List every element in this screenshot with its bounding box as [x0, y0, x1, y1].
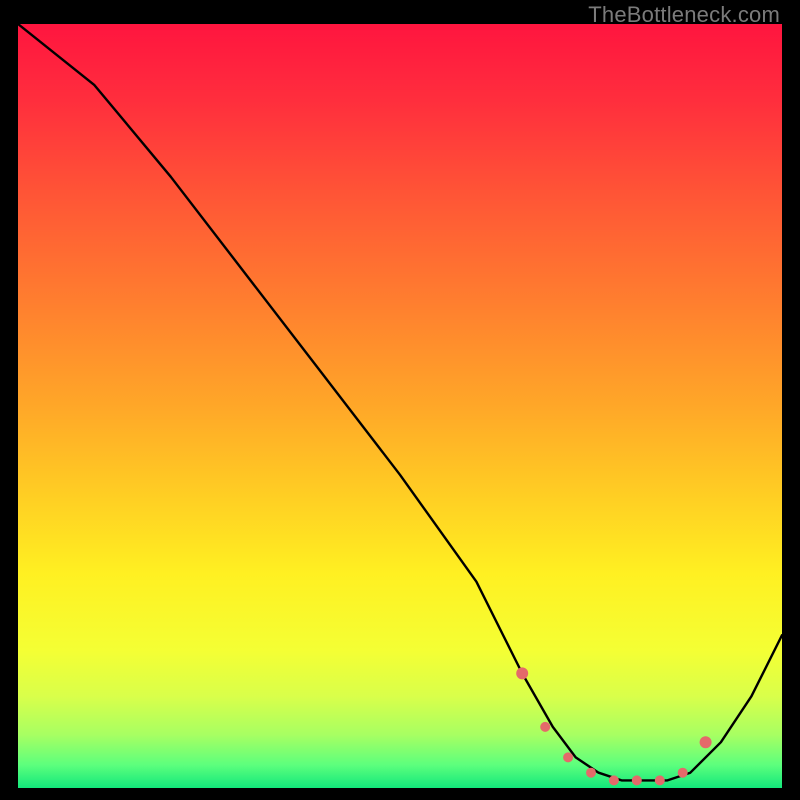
highlight-dot — [632, 775, 642, 785]
highlight-dot — [655, 775, 665, 785]
highlight-dot — [540, 722, 550, 732]
highlight-dot — [678, 768, 688, 778]
highlight-dot — [609, 775, 619, 785]
highlight-dot — [563, 752, 573, 762]
bottleneck-chart — [18, 24, 782, 788]
highlight-dot — [586, 768, 596, 778]
chart-frame — [18, 24, 782, 788]
highlight-dot — [516, 667, 528, 679]
highlight-dot — [700, 736, 712, 748]
chart-background-gradient — [18, 24, 782, 788]
